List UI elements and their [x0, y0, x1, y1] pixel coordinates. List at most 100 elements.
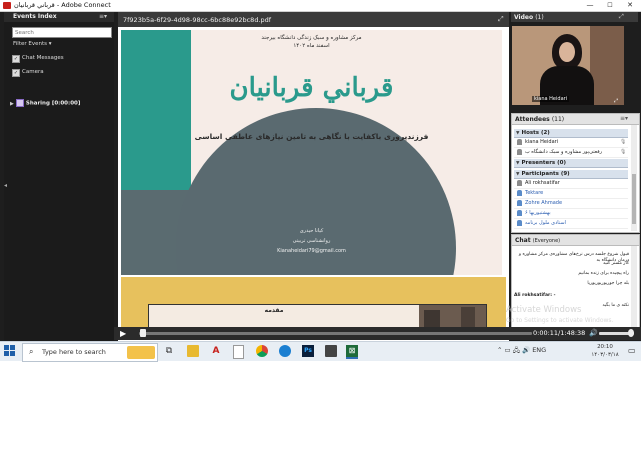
title-bar: قرباني قربانيان - Adobe Connect — ☐ ✕ — [0, 0, 641, 12]
chat-message-author: Ali rokhsatifar: - — [514, 293, 556, 298]
slide-header-line2: اسفند ماه ۱۴۰۲ — [293, 43, 330, 49]
volume-handle[interactable] — [627, 329, 634, 337]
attendee-row[interactable]: Tektare — [514, 189, 628, 199]
user-icon — [517, 179, 522, 186]
minimize-button[interactable]: — — [580, 0, 600, 11]
attendee-row[interactable]: رفعتی‌پور مشاوره و سبک دانشگاه ب 🎙 — [514, 148, 628, 158]
collapse-panel-icon[interactable]: ◂ — [4, 182, 7, 189]
user-icon — [517, 219, 522, 226]
adobe-connect-app-icon — [3, 2, 11, 9]
expand-icon[interactable]: ⤢ — [498, 15, 504, 24]
filter-events-dropdown[interactable]: Filter Events ▾ — [13, 41, 52, 47]
maximize-button[interactable]: ☐ — [600, 0, 620, 11]
user-icon — [517, 189, 522, 196]
sharing-label: Sharing [0:00:00] — [25, 100, 81, 107]
webcam-video: kiana Heidari ⤢ — [512, 26, 624, 105]
chat-scrollbar[interactable] — [631, 246, 637, 338]
chat-messages-checkbox[interactable]: ✓ — [12, 55, 20, 63]
sharing-icon — [15, 99, 24, 107]
document-filename: 7f923b5a-6f29-4d98-98cc-6bc88e92bc8d.pdf — [123, 16, 272, 24]
chat-message: راه پیچیده برای زنده بمانیم — [578, 271, 629, 276]
attendees-title: Attendees (11) — [515, 116, 565, 123]
attendee-row[interactable]: استادی ملول برنامه — [514, 219, 628, 229]
events-search-field[interactable] — [12, 27, 112, 38]
play-button[interactable]: ▶ — [120, 329, 126, 338]
fullscreen-icon[interactable]: ⤢ — [614, 98, 618, 104]
camera-checkbox[interactable]: ✓ — [12, 69, 20, 77]
attendee-row[interactable]: kiana Heidari 🎙 — [514, 138, 628, 148]
slide-author-role: روانشناسی تربیتی — [292, 238, 331, 244]
hosts-group[interactable]: ▼ Hosts (2) — [514, 129, 628, 138]
slide-title: قرباني قربانيان — [229, 73, 394, 103]
filter-events-label: Filter Events — [13, 41, 47, 47]
media-player-icon[interactable] — [325, 345, 337, 357]
attendee-row[interactable]: Zohre Ahmade — [514, 199, 628, 209]
window-title: قرباني قربانيان - Adobe Connect — [14, 1, 111, 9]
chat-title: Chat (Everyone) — [515, 237, 561, 244]
playback-bar: ▶ 0:00:11/1:48:38 🔊 — [114, 327, 641, 340]
windows-taskbar: ⌕ Type here to search ⧉ A Ps ⊠ ⌃ ▭ 🖧 🔊 E… — [0, 341, 641, 362]
slide-author-name: کیانا حیدری — [299, 228, 324, 234]
attendee-row[interactable]: Ali rokhsatifar — [514, 179, 628, 189]
expand-arrow-icon[interactable]: ▶ — [10, 101, 14, 107]
collapse-arrow-icon: ▼ — [516, 172, 520, 177]
file-explorer-icon[interactable] — [187, 345, 199, 357]
events-index-header: Events Index ≡▾ — [4, 12, 114, 22]
photoshop-icon[interactable]: Ps — [302, 345, 314, 357]
slide-teal-block — [121, 30, 191, 190]
collapse-arrow-icon: ▼ — [516, 161, 520, 166]
scrollbar-thumb[interactable] — [632, 174, 636, 224]
adobe-connect-window: قرباني قربانيان - Adobe Connect — ☐ ✕ Ev… — [0, 0, 641, 342]
adobe-connect-taskbar-icon[interactable]: ⊠ — [346, 345, 358, 359]
pod-menu-icon[interactable]: ≡▾ — [620, 115, 628, 122]
chat-message: کار مستر کنید — [602, 261, 629, 266]
slide-author-email: Kianaheidari79@gmail.com — [277, 248, 346, 254]
sharing-event-item[interactable]: ▶ Sharing [0:00:00] — [10, 99, 80, 107]
search-highlight-image — [127, 346, 155, 359]
speaker-icon[interactable]: 🔊 — [589, 329, 598, 337]
seek-handle[interactable] — [139, 329, 146, 337]
video-pod: Video (1) ⤢ kiana Heidari ⤢ — [511, 12, 638, 110]
chat-pod: Chat (Everyone) قبول شروع جلسه درس نرخ‌ه… — [511, 234, 640, 340]
seek-bar[interactable] — [139, 332, 532, 335]
title-slide: مرکز مشاوره و سبک زندگی دانشگاه بیرجند ا… — [121, 30, 502, 275]
windows-start-icon[interactable] — [4, 345, 16, 357]
document-pod-header: 7f923b5a-6f29-4d98-98cc-6bc88e92bc8d.pdf… — [118, 12, 509, 27]
user-icon — [517, 199, 522, 206]
video-pod-title: Video (1) — [514, 14, 544, 21]
taskbar-search-text: Type here to search — [42, 348, 106, 356]
microphone-icon: 🎙 — [620, 149, 627, 155]
user-icon — [517, 148, 522, 155]
attendees-pod: Attendees (11) ≡▾ ▼ Hosts (2) kiana Heida… — [511, 113, 640, 233]
events-index-title: Events Index — [13, 13, 57, 20]
document-icon[interactable] — [233, 345, 244, 359]
task-view-icon[interactable]: ⧉ — [163, 345, 175, 357]
chevron-down-icon: ▾ — [48, 41, 52, 47]
chrome-icon[interactable] — [256, 345, 268, 357]
bookshelf — [590, 26, 624, 105]
activate-windows-subtext: Go to Settings to activate Windows. — [506, 317, 614, 324]
panel-menu-icon[interactable]: ≡▾ — [99, 13, 107, 20]
system-tray[interactable]: ⌃ ▭ 🖧 🔊 ENG — [497, 346, 546, 357]
close-button[interactable]: ✕ — [620, 0, 640, 11]
taskbar-search-box[interactable]: ⌕ Type here to search — [22, 343, 158, 362]
user-icon — [517, 138, 522, 145]
chat-message: بله چرا جوریوریوریوریا — [587, 281, 629, 286]
user-icon — [517, 209, 522, 216]
attendee-row[interactable]: ۶ بهشتیوریها — [514, 209, 628, 219]
clock-time: 20:10 — [597, 344, 613, 350]
video-presenter-name: kiana Heidari — [532, 96, 570, 102]
participants-group[interactable]: ▼ Participants (9) — [514, 170, 628, 179]
acrobat-icon[interactable]: A — [210, 345, 222, 357]
attendees-pod-header: Attendees (11) ≡▾ — [512, 114, 639, 125]
presenters-group[interactable]: ▼ Presenters (0) — [514, 159, 628, 168]
expand-icon[interactable]: ⤢ — [619, 13, 624, 21]
edge-icon[interactable] — [279, 345, 291, 357]
events-search-input[interactable] — [13, 28, 111, 37]
system-clock[interactable]: 20:10 ۱۴۰۳/۰۳/۱۸ — [588, 343, 622, 359]
notification-icon[interactable]: ▭ — [628, 346, 636, 355]
chat-messages-label: Chat Messages — [22, 55, 64, 61]
document-viewer[interactable]: مرکز مشاوره و سبک زندگی دانشگاه بیرجند ا… — [118, 27, 509, 339]
activate-windows-watermark: Activate Windows — [506, 305, 582, 315]
microphone-icon: 🎙 — [620, 139, 627, 145]
